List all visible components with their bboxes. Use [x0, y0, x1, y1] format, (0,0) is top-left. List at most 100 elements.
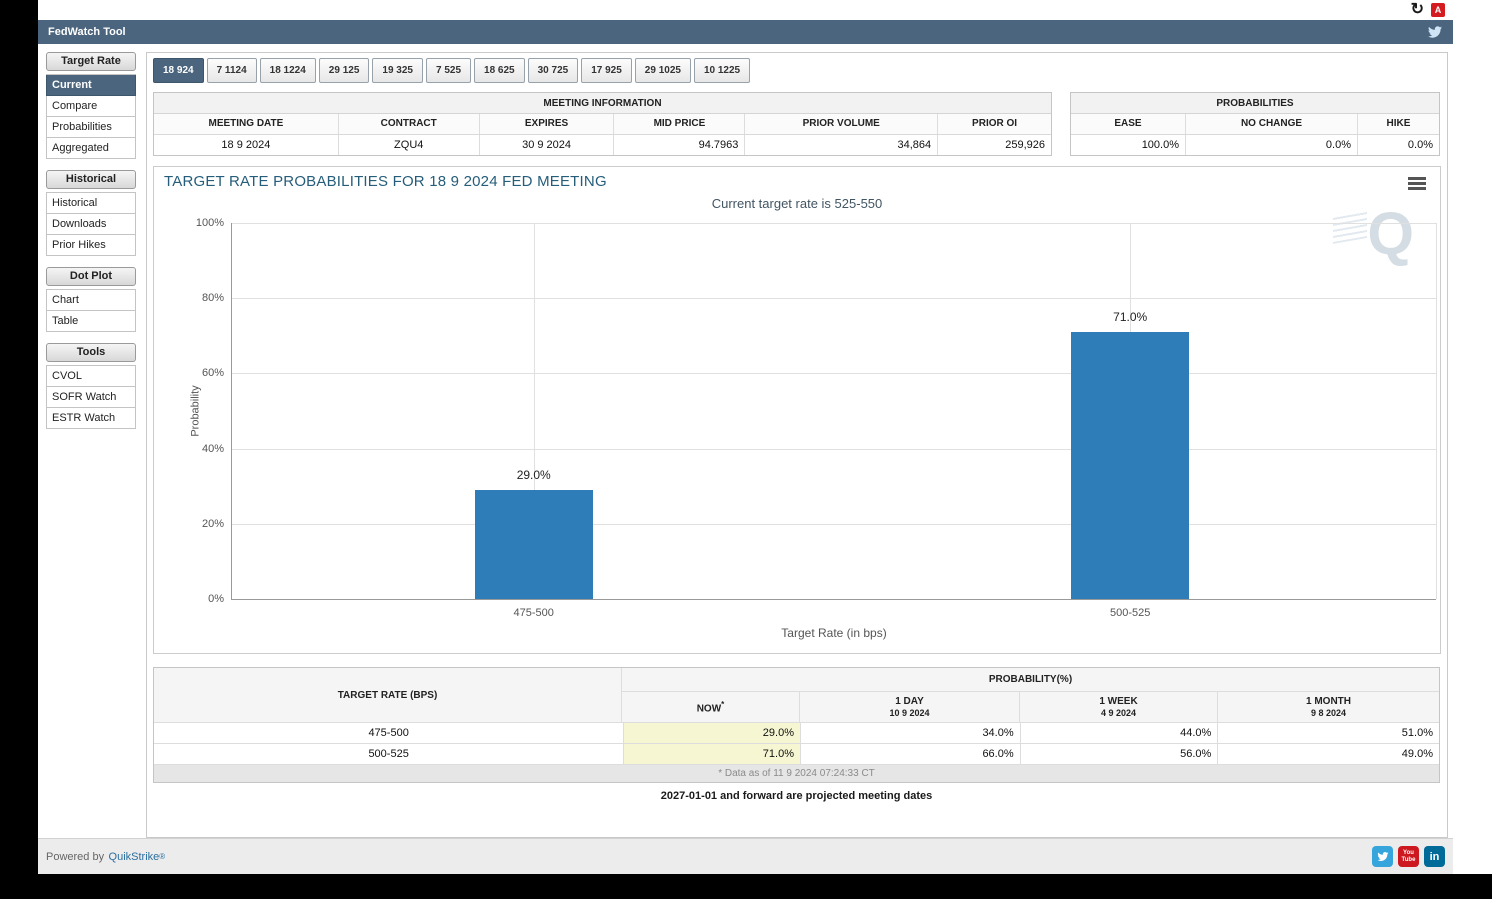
twitter-icon[interactable]: [1372, 846, 1393, 867]
sidebar-item-historical[interactable]: Historical: [46, 193, 136, 214]
bar-column-475-500: 29.0%: [475, 223, 593, 599]
tab-meeting-date[interactable]: 19 325: [372, 58, 423, 83]
gridline-h: [232, 524, 1436, 525]
plot-area: 100% 80% 60% 40% 20% 0% Probability 29.0…: [231, 223, 1436, 600]
sidebar-header-dot-plot[interactable]: Dot Plot: [46, 267, 136, 286]
bar-fill: [1071, 332, 1189, 599]
prior-volume-value: 34,864: [745, 135, 938, 155]
day-cell: 34.0%: [800, 723, 1020, 743]
sidebar-header-target-rate[interactable]: Target Rate: [46, 52, 136, 71]
sidebar: Target Rate Current Compare Probabilitie…: [44, 52, 142, 838]
page-title: FedWatch Tool: [48, 26, 126, 38]
youtube-icon[interactable]: YouTube: [1398, 846, 1419, 867]
y-tick-label: 60%: [202, 367, 224, 379]
col-header-mid-price: MID PRICE: [614, 114, 745, 134]
now-cell: 29.0%: [623, 723, 800, 743]
now-cell: 71.0%: [623, 744, 800, 764]
bar-column-500-525: 71.0%: [1071, 223, 1189, 599]
sidebar-item-compare[interactable]: Compare: [46, 96, 136, 117]
sidebar-item-estr-watch[interactable]: ESTR Watch: [46, 408, 136, 429]
linkedin-icon[interactable]: in: [1424, 846, 1445, 867]
footer-bar: Powered by QuikStrike ® YouTube in: [38, 838, 1453, 874]
col-header-1-week: 1 WEEK 4 9 2024: [1019, 692, 1217, 722]
sidebar-item-aggregated[interactable]: Aggregated: [46, 138, 136, 159]
y-tick-label: 20%: [202, 518, 224, 530]
chart-title: TARGET RATE PROBABILITIES FOR 18 9 2024 …: [164, 173, 607, 190]
col-header-1-month: 1 MONTH 9 8 2024: [1217, 692, 1439, 722]
rate-cell: 475-500: [154, 723, 623, 743]
gridline-v: [1436, 223, 1437, 599]
refresh-icon[interactable]: ↻: [1411, 2, 1424, 18]
tab-meeting-date[interactable]: 17 925: [581, 58, 632, 83]
col-header-1-day: 1 DAY 10 9 2024: [799, 692, 1019, 722]
info-tables-row: MEETING INFORMATION MEETING DATE CONTRAC…: [153, 92, 1441, 156]
tab-meeting-date[interactable]: 7 525: [426, 58, 471, 83]
gridline-h: [232, 223, 1436, 224]
x-tick-label: 475-500: [514, 607, 554, 619]
expires-value: 30 9 2024: [480, 135, 615, 155]
x-axis-title: Target Rate (in bps): [781, 626, 886, 640]
sidebar-item-current[interactable]: Current: [46, 75, 136, 96]
col-header-hike: HIKE: [1358, 114, 1439, 134]
projection-note: 2027-01-01 and forward are projected mee…: [153, 790, 1440, 802]
sidebar-item-table[interactable]: Table: [46, 311, 136, 332]
bar-value-label: 71.0%: [1071, 310, 1189, 324]
sidebar-item-cvol[interactable]: CVOL: [46, 366, 136, 387]
table-row: 500-525 71.0% 66.0% 56.0% 49.0%: [154, 743, 1439, 764]
week-cell: 56.0%: [1020, 744, 1218, 764]
sidebar-header-historical[interactable]: Historical: [46, 170, 136, 189]
now-asterisk: *: [721, 700, 724, 709]
data-as-of-footnote: * Data as of 11 9 2024 07:24:33 CT: [154, 764, 1439, 782]
chart-menu-icon[interactable]: [1408, 177, 1426, 192]
page-wrapper: ↻ A FedWatch Tool Target Rate Current Co…: [38, 0, 1453, 874]
twitter-icon[interactable]: [1427, 25, 1443, 39]
sidebar-item-downloads[interactable]: Downloads: [46, 214, 136, 235]
tab-meeting-date[interactable]: 18 1224: [260, 58, 316, 83]
chart-subtitle: Current target rate is 525-550: [154, 196, 1440, 211]
tab-meeting-date[interactable]: 18 625: [474, 58, 525, 83]
col-group-probability: PROBABILITY(%): [622, 668, 1439, 692]
tab-meeting-date[interactable]: 7 1124: [207, 58, 257, 83]
fedwatch-app: ↻ A FedWatch Tool Target Rate Current Co…: [38, 0, 1492, 874]
sidebar-header-tools[interactable]: Tools: [46, 343, 136, 362]
sidebar-item-chart[interactable]: Chart: [46, 290, 136, 311]
y-tick-label: 40%: [202, 443, 224, 455]
sidebar-item-prior-hikes[interactable]: Prior Hikes: [46, 235, 136, 256]
week-cell: 44.0%: [1020, 723, 1218, 743]
col-header-target-rate-bps: TARGET RATE (BPS): [154, 668, 622, 722]
tab-meeting-date[interactable]: 29 1025: [635, 58, 691, 83]
col-header-prior-oi: PRIOR OI: [938, 114, 1051, 134]
tab-meeting-date[interactable]: 10 1225: [694, 58, 750, 83]
trademark-symbol: ®: [159, 852, 165, 861]
y-tick-label: 0%: [208, 593, 224, 605]
target-rate-chart-panel: TARGET RATE PROBABILITIES FOR 18 9 2024 …: [153, 166, 1441, 654]
sidebar-item-probabilities[interactable]: Probabilities: [46, 117, 136, 138]
pdf-icon[interactable]: A: [1431, 3, 1445, 17]
day-cell: 66.0%: [800, 744, 1020, 764]
prior-oi-value: 259,926: [938, 135, 1051, 155]
content-area: Target Rate Current Compare Probabilitie…: [38, 44, 1453, 838]
mid-price-value: 94.7963: [614, 135, 745, 155]
tab-meeting-date[interactable]: 30 725: [528, 58, 579, 83]
gridline-h: [232, 298, 1436, 299]
col-header-meeting-date: MEETING DATE: [154, 114, 339, 134]
meeting-information-title: MEETING INFORMATION: [154, 93, 1051, 114]
sidebar-section-dot-plot: Dot Plot Chart Table: [44, 267, 142, 332]
rate-cell: 500-525: [154, 744, 623, 764]
main-panel: 18 924 7 1124 18 1224 29 125 19 325 7 52…: [146, 52, 1448, 838]
y-axis-title: Probability: [190, 385, 202, 436]
contract-value: ZQU4: [339, 135, 480, 155]
meeting-date-value: 18 9 2024: [154, 135, 339, 155]
col-header-ease: EASE: [1071, 114, 1186, 134]
bar-value-label: 29.0%: [475, 468, 593, 482]
tab-meeting-date[interactable]: 18 924: [153, 58, 204, 83]
ease-value: 100.0%: [1071, 135, 1186, 155]
tab-meeting-date[interactable]: 29 125: [319, 58, 370, 83]
col-header-prior-volume: PRIOR VOLUME: [745, 114, 938, 134]
meeting-information-table: MEETING INFORMATION MEETING DATE CONTRAC…: [153, 92, 1052, 156]
quikstrike-link[interactable]: QuikStrike: [109, 851, 160, 863]
gridline-h: [232, 449, 1436, 450]
sidebar-item-sofr-watch[interactable]: SOFR Watch: [46, 387, 136, 408]
month-cell: 49.0%: [1217, 744, 1439, 764]
sidebar-section-target-rate: Target Rate Current Compare Probabilitie…: [44, 52, 142, 159]
